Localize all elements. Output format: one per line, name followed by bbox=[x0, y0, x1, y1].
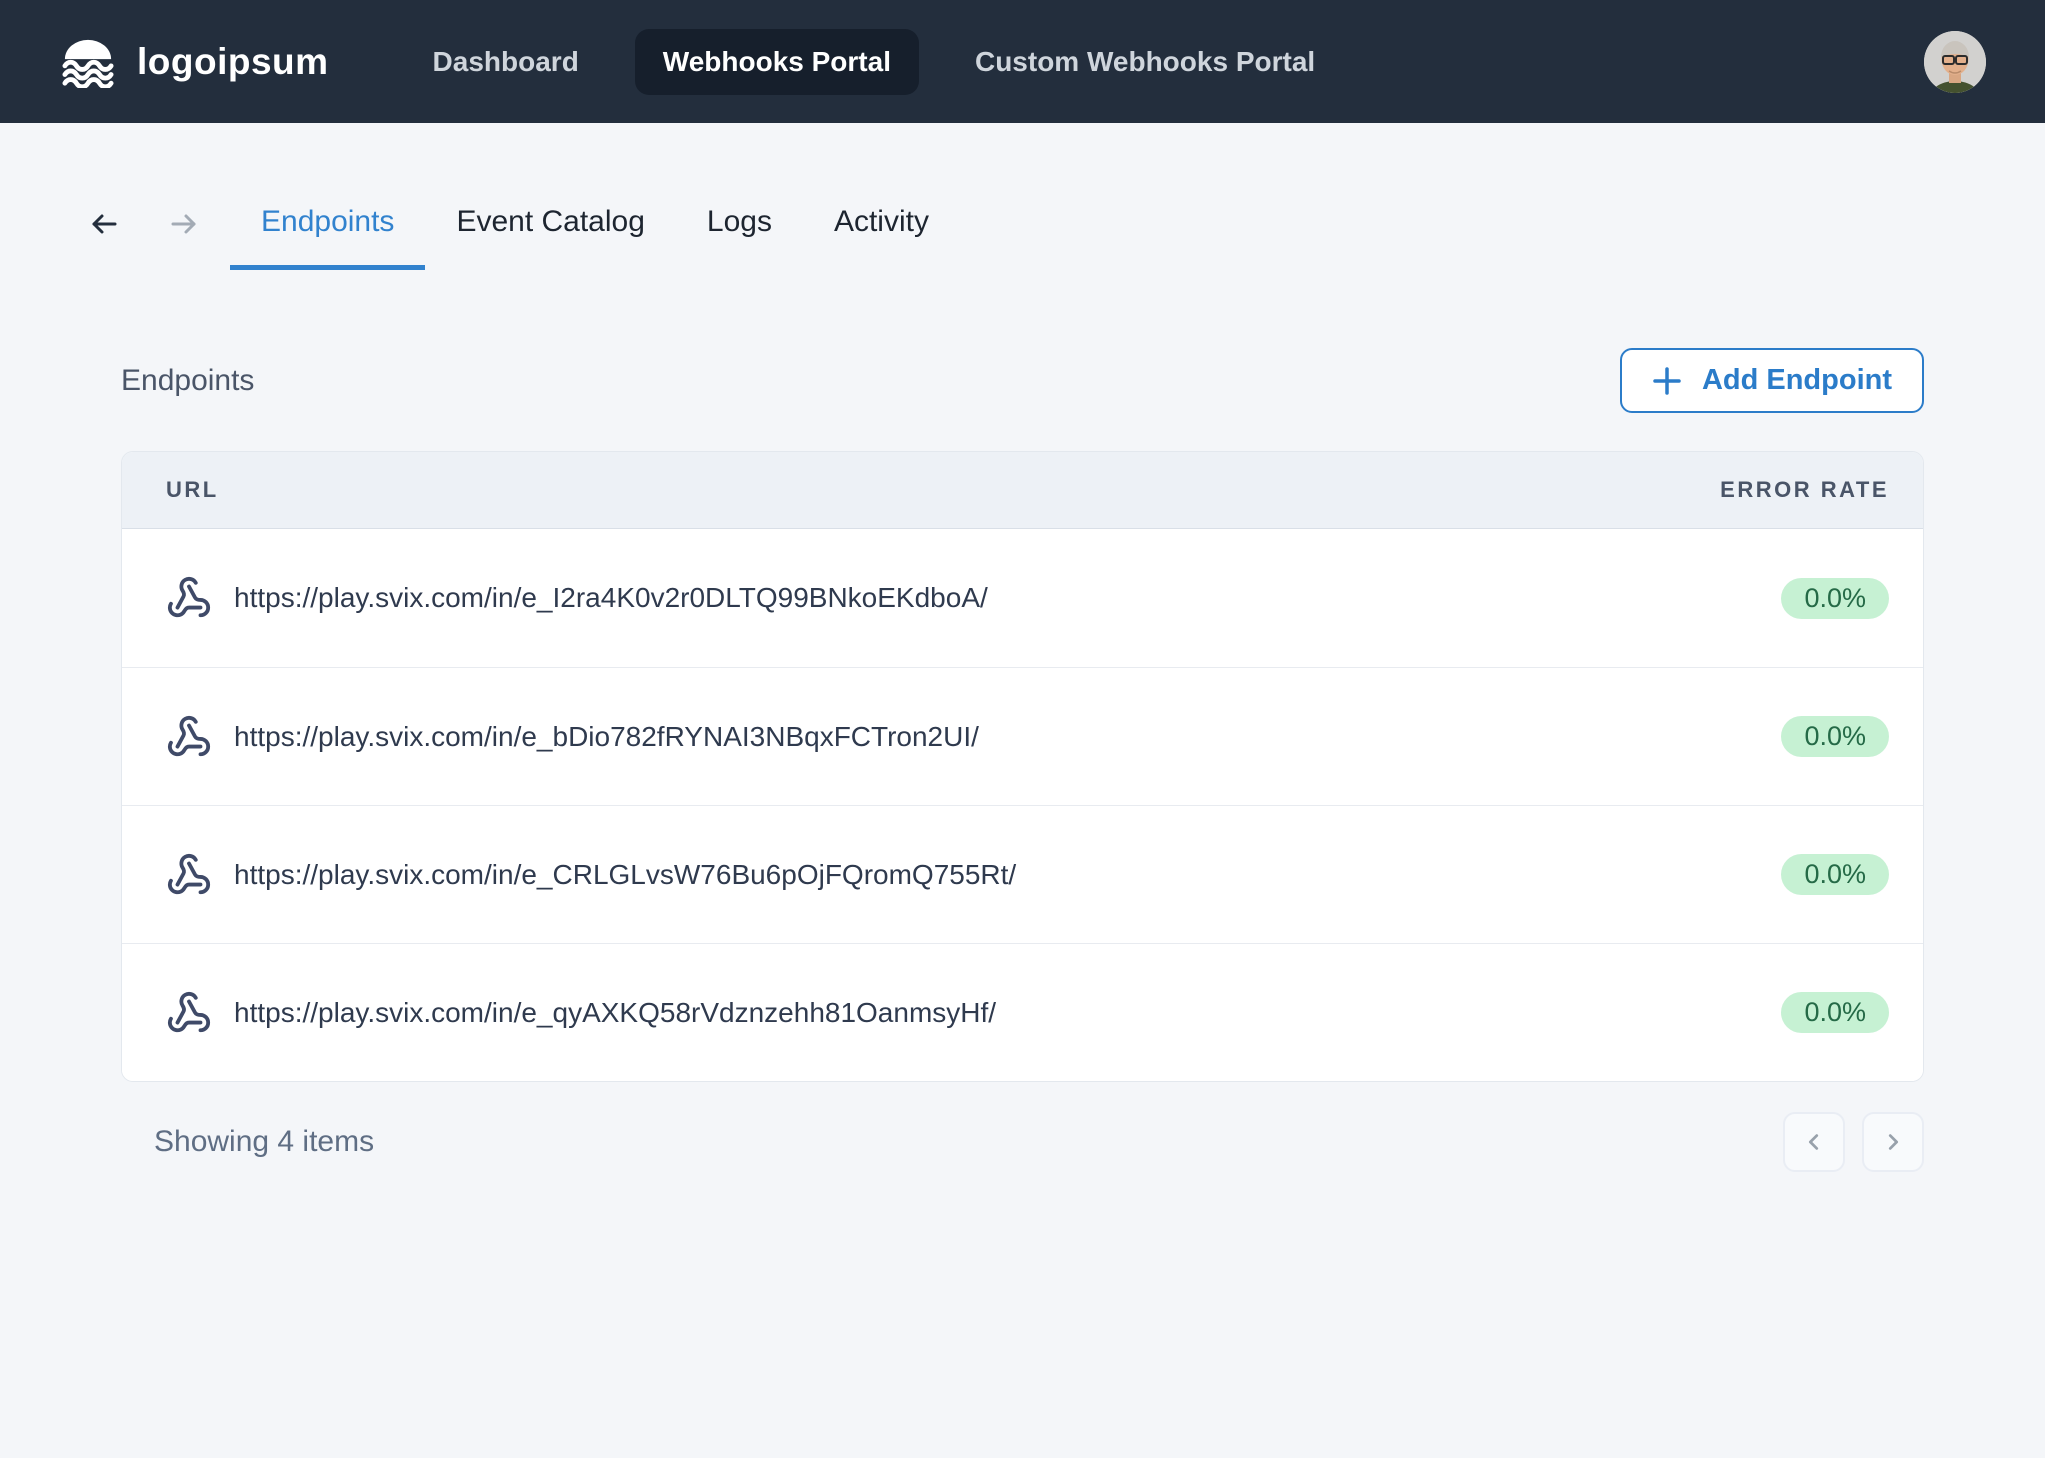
error-rate-badge: 0.0% bbox=[1781, 716, 1889, 757]
arrow-left-icon[interactable] bbox=[89, 209, 119, 239]
items-count-label: Showing 4 items bbox=[121, 1125, 374, 1159]
chevron-right-icon bbox=[1882, 1131, 1904, 1153]
endpoint-url: https://play.svix.com/in/e_CRLGLvsW76Bu6… bbox=[234, 859, 1016, 891]
column-header-url: URL bbox=[166, 477, 219, 503]
webhook-icon bbox=[166, 575, 212, 621]
tab-bar: Endpoints Event Catalog Logs Activity bbox=[89, 178, 1924, 270]
tab-logs[interactable]: Logs bbox=[676, 178, 803, 270]
webhook-icon bbox=[166, 852, 212, 898]
plus-icon bbox=[1652, 366, 1682, 396]
error-rate-badge: 0.0% bbox=[1781, 578, 1889, 619]
logoipsum-logo-icon bbox=[59, 36, 117, 88]
endpoint-url: https://play.svix.com/in/e_bDio782fRYNAI… bbox=[234, 721, 979, 753]
table-row[interactable]: https://play.svix.com/in/e_CRLGLvsW76Bu6… bbox=[122, 805, 1923, 943]
table-row[interactable]: https://play.svix.com/in/e_I2ra4K0v2r0DL… bbox=[122, 529, 1923, 667]
nav-item-dashboard[interactable]: Dashboard bbox=[405, 29, 607, 95]
webhook-icon bbox=[166, 990, 212, 1036]
table-row[interactable]: https://play.svix.com/in/e_bDio782fRYNAI… bbox=[122, 667, 1923, 805]
endpoints-table: URL ERROR RATE https://play.svix.com/in/… bbox=[121, 451, 1924, 1082]
add-endpoint-label: Add Endpoint bbox=[1702, 364, 1892, 397]
table-header-row: URL ERROR RATE bbox=[122, 452, 1923, 529]
tab-activity[interactable]: Activity bbox=[803, 178, 960, 270]
table-row[interactable]: https://play.svix.com/in/e_qyAXKQ58rVdzn… bbox=[122, 943, 1923, 1081]
table-footer: Showing 4 items bbox=[121, 1112, 1924, 1172]
nav-item-webhooks-portal[interactable]: Webhooks Portal bbox=[635, 29, 919, 95]
tab-event-catalog[interactable]: Event Catalog bbox=[425, 178, 675, 270]
error-rate-badge: 0.0% bbox=[1781, 992, 1889, 1033]
prev-page-button[interactable] bbox=[1783, 1112, 1845, 1172]
user-avatar[interactable] bbox=[1924, 31, 1986, 93]
top-navbar: logoipsum Dashboard Webhooks Portal Cust… bbox=[0, 0, 2045, 123]
section-header: Endpoints Add Endpoint bbox=[121, 348, 1924, 413]
column-header-error-rate: ERROR RATE bbox=[1720, 477, 1889, 503]
history-arrows bbox=[89, 209, 199, 239]
next-page-button[interactable] bbox=[1862, 1112, 1924, 1172]
error-rate-badge: 0.0% bbox=[1781, 854, 1889, 895]
endpoint-url: https://play.svix.com/in/e_I2ra4K0v2r0DL… bbox=[234, 582, 988, 614]
nav-item-custom-webhooks-portal[interactable]: Custom Webhooks Portal bbox=[947, 29, 1343, 95]
chevron-left-icon bbox=[1803, 1131, 1825, 1153]
endpoint-url: https://play.svix.com/in/e_qyAXKQ58rVdzn… bbox=[234, 997, 996, 1029]
add-endpoint-button[interactable]: Add Endpoint bbox=[1620, 348, 1924, 413]
tab-endpoints[interactable]: Endpoints bbox=[230, 178, 425, 270]
webhook-icon bbox=[166, 714, 212, 760]
brand-name: logoipsum bbox=[137, 41, 329, 83]
main-content: Endpoints Event Catalog Logs Activity En… bbox=[0, 178, 2045, 1172]
primary-nav: Dashboard Webhooks Portal Custom Webhook… bbox=[405, 29, 1344, 95]
pagination bbox=[1783, 1112, 1924, 1172]
arrow-right-icon[interactable] bbox=[169, 209, 199, 239]
page-title: Endpoints bbox=[121, 364, 254, 398]
brand[interactable]: logoipsum bbox=[59, 36, 329, 88]
